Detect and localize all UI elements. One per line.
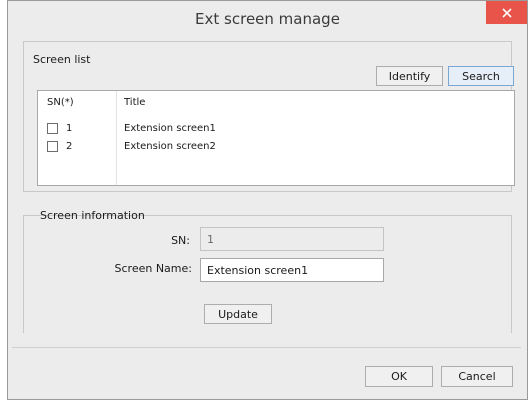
row-sn: 1 <box>66 123 73 134</box>
screen-name-field[interactable]: Extension screen1 <box>200 258 384 282</box>
row-checkbox[interactable] <box>47 123 58 134</box>
update-button[interactable]: Update <box>204 304 272 324</box>
identify-button[interactable]: Identify <box>376 66 443 86</box>
screen-list-view[interactable]: SN(*) Title 1 Extension screen1 2 Extens… <box>37 90 515 186</box>
column-header-title[interactable]: Title <box>124 97 145 108</box>
close-icon <box>501 7 512 18</box>
close-button[interactable] <box>486 1 527 24</box>
row-sn: 2 <box>66 141 73 152</box>
column-header-sn[interactable]: SN(*) <box>47 97 74 108</box>
sn-label: SN: <box>171 234 190 247</box>
row-title: Extension screen2 <box>124 141 216 152</box>
sn-field: 1 <box>200 227 384 251</box>
row-checkbox[interactable] <box>47 141 58 152</box>
ok-button[interactable]: OK <box>365 366 433 387</box>
footer-divider <box>12 347 521 348</box>
title-bar: Ext screen manage <box>8 1 527 37</box>
screen-list-label: Screen list <box>33 53 91 66</box>
screen-name-label: Screen Name: <box>114 262 192 275</box>
column-separator <box>116 91 117 185</box>
search-button[interactable]: Search <box>448 66 514 86</box>
screen-information-label: Screen information <box>40 209 145 222</box>
list-item[interactable]: 1 Extension screen1 <box>38 122 514 138</box>
list-item[interactable]: 2 Extension screen2 <box>38 140 514 156</box>
row-title: Extension screen1 <box>124 123 216 134</box>
dialog-title: Ext screen manage <box>195 10 340 28</box>
cancel-button[interactable]: Cancel <box>441 366 513 387</box>
